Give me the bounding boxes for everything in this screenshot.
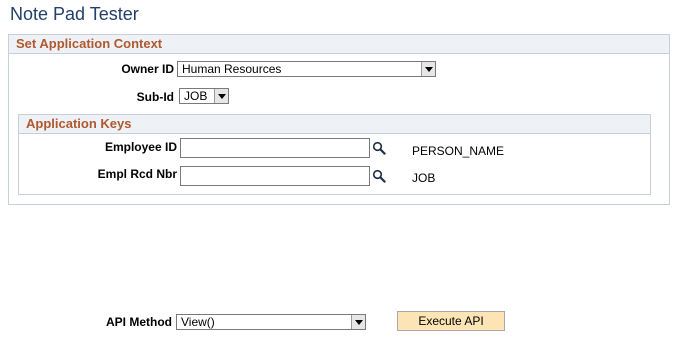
empl-rcd-nbr-label: Empl Rcd Nbr	[97, 167, 177, 181]
api-method-select[interactable]: View()	[176, 314, 366, 330]
magnifier-icon[interactable]	[372, 141, 386, 155]
chevron-down-icon[interactable]	[421, 62, 435, 76]
execute-api-button[interactable]: Execute API	[397, 311, 505, 331]
sub-id-value: JOB	[184, 89, 208, 103]
api-method-value: View()	[181, 315, 215, 329]
application-context-header: Set Application Context	[9, 35, 669, 54]
api-method-label: API Method	[106, 315, 172, 329]
chevron-down-icon[interactable]	[214, 89, 228, 103]
owner-id-label: Owner ID	[121, 62, 174, 76]
employee-id-input[interactable]	[180, 138, 370, 158]
empl-rcd-nbr-input[interactable]	[180, 166, 370, 186]
sub-id-select[interactable]: JOB	[179, 88, 229, 104]
owner-id-value: Human Resources	[182, 62, 282, 76]
employee-id-description: PERSON_NAME	[412, 144, 505, 158]
application-keys-group: Application Keys Employee ID PERSON_NAME…	[18, 114, 651, 195]
empl-rcd-nbr-description: JOB	[412, 171, 436, 185]
sub-id-label: Sub-Id	[136, 90, 174, 104]
magnifier-icon[interactable]	[372, 169, 386, 183]
application-keys-header: Application Keys	[19, 115, 650, 134]
owner-id-select[interactable]: Human Resources	[177, 61, 436, 77]
employee-id-label: Employee ID	[104, 140, 177, 154]
application-context-group: Set Application Context Owner ID Human R…	[8, 34, 670, 205]
page-title: Note Pad Tester	[10, 4, 139, 24]
chevron-down-icon[interactable]	[351, 315, 365, 329]
